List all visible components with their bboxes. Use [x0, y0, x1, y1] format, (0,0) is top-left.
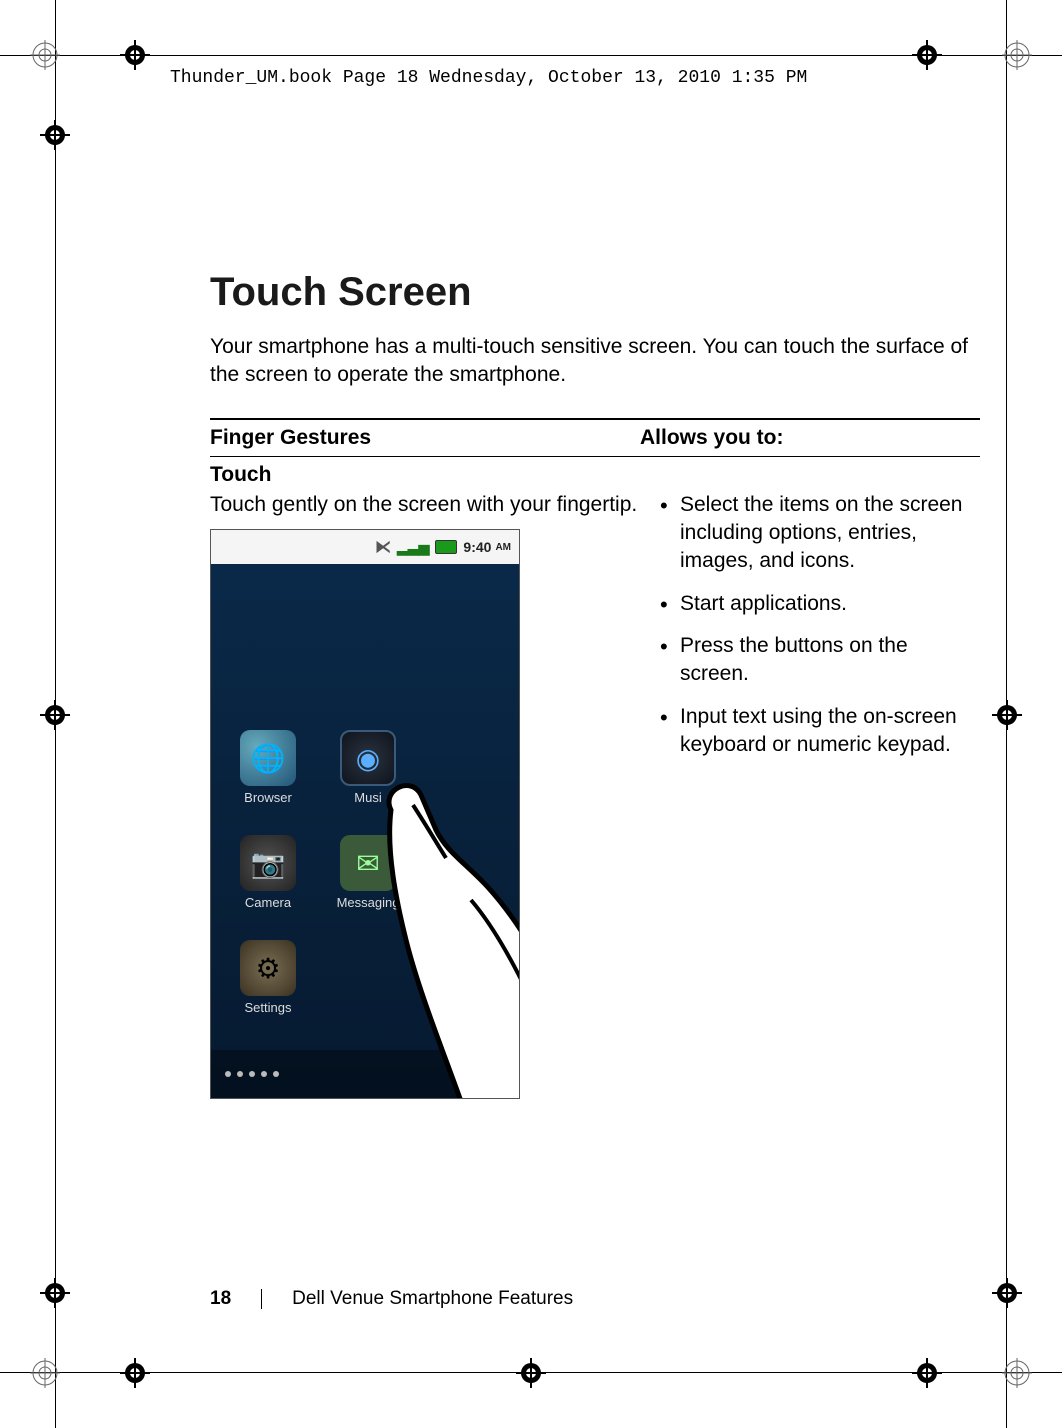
registration-target-icon [992, 1278, 1022, 1308]
registration-target-icon [120, 40, 150, 70]
registration-mark-icon [30, 40, 60, 70]
registration-mark-icon [1002, 40, 1032, 70]
intro-paragraph: Your smartphone has a multi-touch sensit… [210, 333, 980, 390]
table-header-gestures: Finger Gestures [210, 426, 640, 450]
registration-target-icon [992, 700, 1022, 730]
page-dot-icon [261, 1071, 267, 1077]
phone-illustration: ⧔ ▂▃▅ 9:40 AM 🌐 Browser ◉ Musi 📷 [210, 529, 520, 1099]
page-number: 18 [210, 1288, 231, 1310]
app-label: Camera [245, 895, 291, 910]
list-item: Press the buttons on the screen. [660, 632, 980, 689]
gesture-name: Touch [210, 457, 980, 491]
page-dot-icon [273, 1071, 279, 1077]
app-messaging: ✉ Messaging [323, 835, 413, 910]
globe-icon: 🌐 [240, 730, 296, 786]
app-browser: 🌐 Browser [223, 730, 313, 805]
battery-icon [435, 540, 457, 554]
app-settings: ⚙ Settings [223, 940, 313, 1015]
table-header-row: Finger Gestures Allows you to: [210, 418, 980, 457]
registration-target-icon [40, 1278, 70, 1308]
app-label: Settings [245, 1000, 292, 1015]
header-stamp: Thunder_UM.book Page 18 Wednesday, Octob… [170, 68, 807, 88]
page-dot-icon [237, 1071, 243, 1077]
music-icon: ◉ [340, 730, 396, 786]
registration-target-icon [912, 1358, 942, 1388]
phone-dock: ✆ [211, 1050, 519, 1098]
page-content: Touch Screen Your smartphone has a multi… [210, 270, 980, 1099]
list-item: Input text using the on-screen keyboard … [660, 703, 980, 760]
list-item: Start applications. [660, 590, 980, 618]
page-footer: 18 Dell Venue Smartphone Features [210, 1288, 573, 1310]
wifi-icon: ⧔ [375, 537, 391, 557]
registration-target-icon [40, 120, 70, 150]
app-camera: 📷 Camera [223, 835, 313, 910]
registration-target-icon [40, 700, 70, 730]
page-dot-icon [225, 1071, 231, 1077]
status-time-suffix: AM [495, 542, 511, 553]
footer-divider [261, 1289, 262, 1309]
allows-list: Select the items on the screen including… [660, 491, 980, 760]
camera-icon: 📷 [240, 835, 296, 891]
signal-icon: ▂▃▅ [397, 539, 429, 556]
registration-target-icon [912, 40, 942, 70]
list-item: Select the items on the screen including… [660, 491, 980, 576]
app-music: ◉ Musi [323, 730, 413, 805]
settings-icon: ⚙ [240, 940, 296, 996]
footer-section-name: Dell Venue Smartphone Features [292, 1288, 573, 1310]
phone-status-bar: ⧔ ▂▃▅ 9:40 AM [211, 530, 519, 564]
app-label: Browser [244, 790, 292, 805]
section-title: Touch Screen [210, 270, 980, 315]
table-header-allows: Allows you to: [640, 426, 980, 450]
registration-mark-icon [1002, 1358, 1032, 1388]
app-label: Musi [354, 790, 381, 805]
registration-target-icon [516, 1358, 546, 1388]
messaging-icon: ✉ [340, 835, 396, 891]
registration-mark-icon [30, 1358, 60, 1388]
status-time: 9:40 [463, 539, 491, 555]
registration-target-icon [120, 1358, 150, 1388]
page-dot-icon [249, 1071, 255, 1077]
phone-icon: ✆ [461, 1054, 501, 1094]
app-label: Messaging [337, 895, 400, 910]
gesture-description: Touch gently on the screen with your fin… [210, 491, 640, 519]
